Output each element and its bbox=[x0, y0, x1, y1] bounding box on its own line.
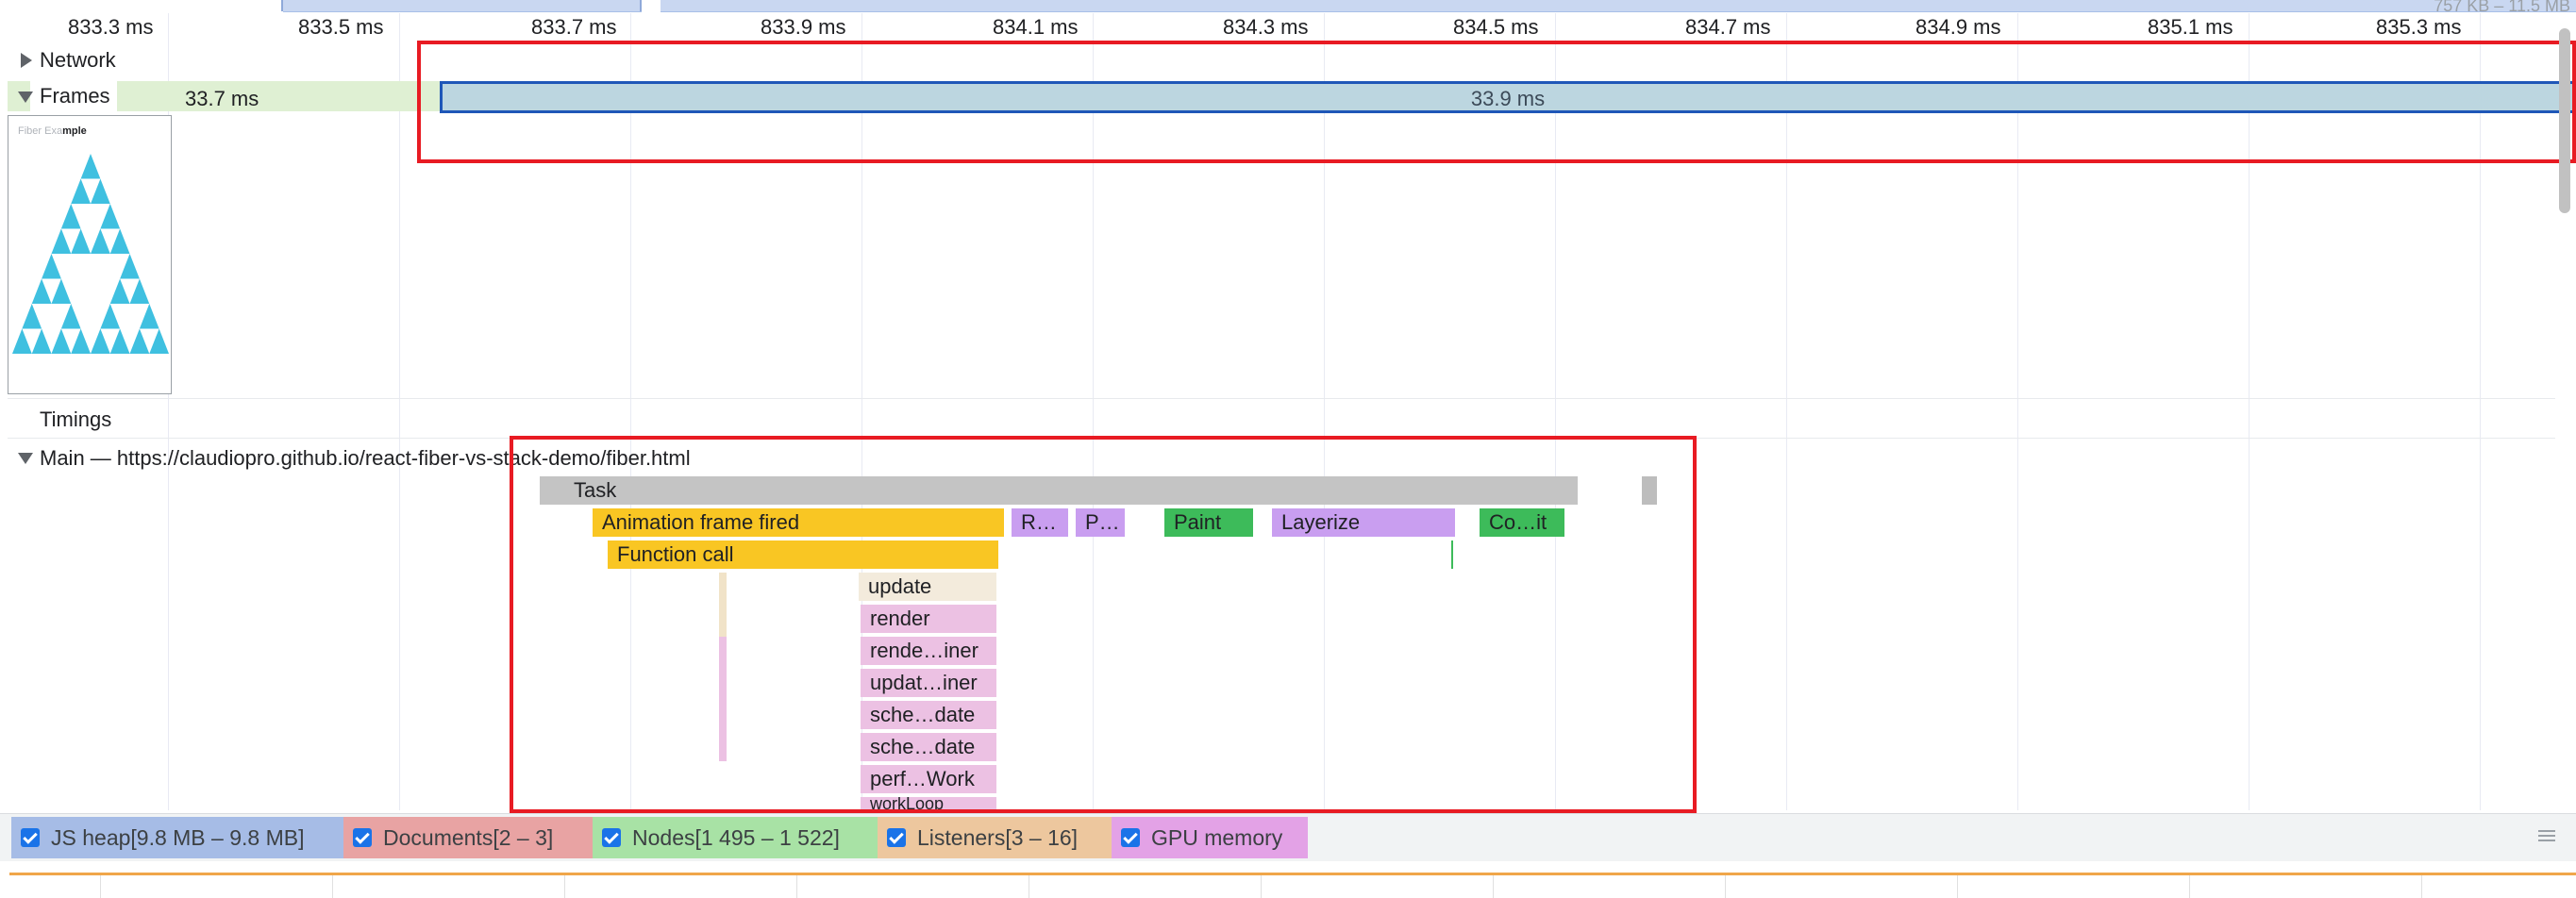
memory-graph-line bbox=[9, 873, 2576, 875]
highlight-frames-box bbox=[417, 41, 2576, 163]
tick-label: 834.1 ms bbox=[993, 15, 1079, 39]
frames-track-label[interactable]: Frames bbox=[40, 84, 110, 108]
overview-handle-right[interactable] bbox=[640, 0, 642, 11]
tick-label: 833.3 ms bbox=[68, 15, 154, 39]
highlight-main-box bbox=[510, 436, 1697, 813]
vertical-scrollbar[interactable] bbox=[2559, 28, 2570, 213]
tick-label: 833.7 ms bbox=[531, 15, 617, 39]
tick-label: 833.9 ms bbox=[761, 15, 846, 39]
tick-label: 834.9 ms bbox=[1915, 15, 2001, 39]
tick-label: 834.3 ms bbox=[1223, 15, 1309, 39]
tick-label: 835.3 ms bbox=[2376, 15, 2462, 39]
counter-js-heap[interactable]: JS heap[9.8 MB – 9.8 MB] bbox=[11, 817, 343, 858]
divider bbox=[8, 398, 2555, 399]
tick-label: 833.5 ms bbox=[298, 15, 384, 39]
menu-icon[interactable] bbox=[2538, 830, 2555, 841]
network-track-label[interactable]: Network bbox=[40, 48, 116, 73]
tick-label: 834.5 ms bbox=[1453, 15, 1539, 39]
frame-screenshot[interactable]: Fiber Example bbox=[8, 115, 172, 394]
screenshot-title: Fiber Example bbox=[18, 125, 87, 137]
tick-label: 835.1 ms bbox=[2148, 15, 2233, 39]
timings-track-label[interactable]: Timings bbox=[40, 407, 111, 432]
counter-nodes[interactable]: Nodes[1 495 – 1 522] bbox=[593, 817, 878, 858]
checkbox-icon[interactable] bbox=[887, 827, 906, 847]
counter-gpu-memory[interactable]: GPU memory bbox=[1112, 817, 1308, 858]
counter-documents[interactable]: Documents[2 – 3] bbox=[343, 817, 593, 858]
frame-duration-previous: 33.7 ms bbox=[185, 87, 259, 110]
collapse-main-icon[interactable] bbox=[18, 453, 33, 464]
overview-bar bbox=[283, 0, 642, 12]
overview-strip[interactable]: 757 KB – 11.5 MB bbox=[0, 0, 2576, 15]
checkbox-icon[interactable] bbox=[602, 827, 621, 847]
memory-range-label: 757 KB – 11.5 MB bbox=[2434, 0, 2570, 15]
overview-handle-left[interactable] bbox=[281, 0, 283, 11]
checkbox-icon[interactable] bbox=[1121, 827, 1140, 847]
expand-network-icon[interactable] bbox=[21, 53, 32, 68]
sierpinski-triangle-image bbox=[12, 154, 169, 354]
checkbox-icon[interactable] bbox=[353, 827, 372, 847]
checkbox-icon[interactable] bbox=[21, 827, 40, 847]
counter-listeners[interactable]: Listeners[3 – 16] bbox=[878, 817, 1112, 858]
collapse-frames-icon[interactable] bbox=[18, 91, 33, 103]
overview-bar-2 bbox=[661, 0, 2576, 12]
tick-label: 834.7 ms bbox=[1685, 15, 1771, 39]
